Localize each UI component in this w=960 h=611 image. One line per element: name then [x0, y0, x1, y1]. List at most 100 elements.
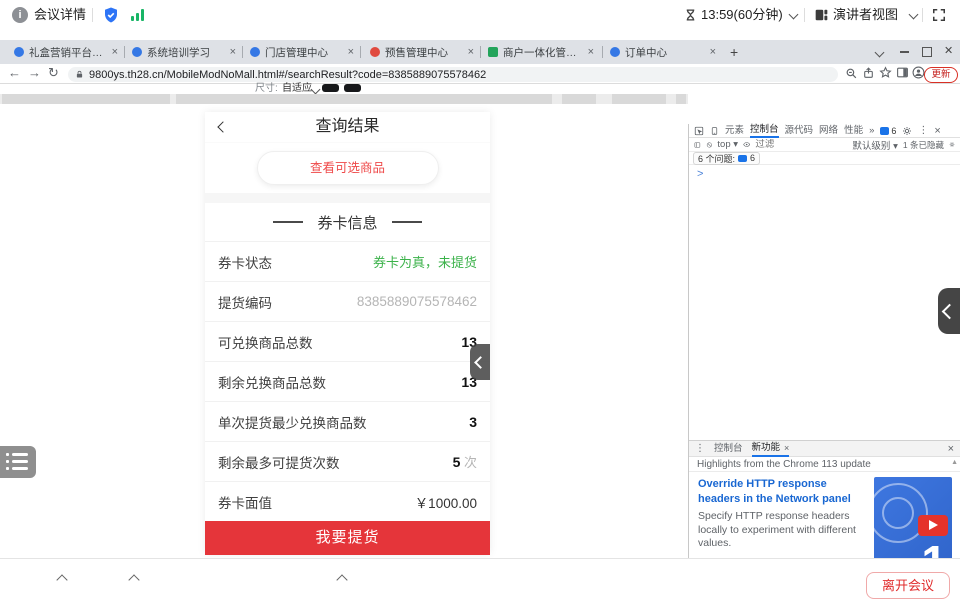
meeting-details-label[interactable]: 会议详情 — [34, 0, 86, 30]
network-signal-icon — [130, 8, 146, 22]
timer-hourglass-icon — [684, 8, 697, 22]
page-title: 查询结果 — [205, 112, 490, 142]
list-panel-toggle[interactable] — [0, 446, 36, 478]
row-label: 剩余最多可提货次数 — [218, 452, 340, 472]
row-value: ￥1000.00 — [415, 492, 477, 512]
whatsnew-link[interactable]: Override HTTP response headers in the Ne… — [698, 477, 866, 506]
browser-tab[interactable]: 商户一体化管理平台 × — [482, 40, 600, 64]
meeting-timer[interactable]: 13:59(60分钟) — [701, 0, 783, 30]
divider — [922, 8, 923, 22]
browser-tab[interactable]: 预售管理中心 × — [364, 40, 480, 64]
row-value-suffix: 次 — [460, 455, 477, 470]
tab-search-icon[interactable] — [875, 48, 885, 58]
tab-favicon — [14, 47, 24, 57]
scroll-up-icon[interactable]: ▲ — [951, 459, 958, 466]
devtools-tab-elements[interactable]: 元素 — [725, 124, 744, 137]
devtools-tab-network[interactable]: 网络 — [819, 124, 838, 137]
timer-caret-icon[interactable] — [789, 10, 799, 20]
tab-title: 订单中心 — [625, 45, 705, 60]
mobile-navbar: 查询结果 — [205, 112, 490, 143]
mobile-page: 查询结果 查看可选商品 券卡信息 券卡状态 券卡为真，未提货 提货编码 8385… — [205, 112, 490, 554]
devtools-settings-icon[interactable] — [902, 126, 912, 136]
chrome-update-button[interactable]: 更新 — [924, 67, 958, 83]
drawer-tabbar: ⋮ 控制台 新功能 × × — [689, 441, 960, 457]
reload-icon[interactable]: ↻ — [48, 66, 59, 80]
leave-meeting-button[interactable]: 离开会议 — [866, 572, 950, 599]
device-mode-icon[interactable] — [710, 126, 719, 136]
issues-count-badge[interactable]: 6 — [880, 126, 896, 136]
inspect-icon[interactable] — [694, 126, 704, 136]
browser-tab[interactable]: 订单中心 × — [604, 40, 722, 64]
bookmark-star-icon[interactable] — [879, 66, 892, 79]
console-settings-icon[interactable] — [949, 140, 955, 149]
log-level-selector[interactable]: 默认级别 ▾ — [852, 138, 897, 152]
device-size-select[interactable]: 自适应 — [282, 84, 312, 94]
tab-close-icon[interactable]: × — [710, 46, 716, 58]
drawer-tab-console[interactable]: 控制台 — [714, 442, 743, 456]
view-products-button[interactable]: 查看可选商品 — [257, 151, 439, 185]
spacer-strip — [205, 193, 490, 203]
browser-tab[interactable]: 礼盒营销平台管理中心 × — [8, 40, 124, 64]
youtube-play-icon[interactable] — [918, 515, 948, 536]
drawer-close-icon[interactable]: × — [948, 443, 954, 455]
device-size-label: 尺寸: — [255, 84, 278, 94]
devtools-tab-sources[interactable]: 源代码 — [785, 124, 814, 137]
whatsnew-close-icon[interactable]: × — [784, 441, 789, 455]
info-row: 提货编码 8385889075578462 — [205, 281, 490, 321]
new-tab-button[interactable]: + — [730, 44, 738, 60]
tab-close-icon[interactable]: × — [468, 46, 474, 58]
address-bar[interactable]: 9800ys.th28.cn/MobileModNoMall.html#/sea… — [68, 67, 838, 82]
console-prompt[interactable]: > — [697, 168, 703, 180]
tab-close-icon[interactable]: × — [112, 46, 118, 58]
browser-tab[interactable]: 门店管理中心 × — [244, 40, 360, 64]
side-panel-handle[interactable] — [938, 288, 960, 334]
live-expression-eye-icon[interactable] — [743, 140, 750, 149]
devtools-tab-console[interactable]: 控制台 — [750, 123, 779, 138]
pickup-cta-button[interactable]: 我要提货 — [205, 521, 490, 555]
console-sidebar-icon[interactable] — [694, 140, 701, 150]
forward-icon[interactable]: → — [28, 66, 41, 80]
security-shield-icon[interactable] — [102, 6, 120, 24]
meeting-topbar: i 会议详情 13:59(60分钟) 演讲者视图 — [0, 0, 960, 30]
section-title: 券卡信息 — [317, 212, 377, 233]
meeting-info-icon[interactable]: i — [12, 7, 28, 23]
devtools-tab-performance[interactable]: 性能 — [844, 124, 863, 137]
tab-favicon — [488, 47, 498, 57]
info-row: 剩余最多可提货次数 5 次 — [205, 441, 490, 481]
tab-title: 预售管理中心 — [385, 45, 463, 60]
window-close-button[interactable]: ✕ — [944, 44, 953, 57]
tab-favicon — [610, 47, 620, 57]
dash-right — [392, 221, 422, 223]
browser-tab[interactable]: 系统培训学习 × — [126, 40, 242, 64]
drawer-tab-whatsnew[interactable]: 新功能 × — [752, 441, 790, 457]
issues-pill[interactable]: 6 个问题: 6 — [693, 152, 760, 165]
clear-console-icon[interactable] — [706, 140, 713, 150]
lock-icon — [75, 69, 84, 80]
side-panel-icon[interactable] — [896, 66, 909, 79]
tab-close-icon[interactable]: × — [348, 46, 354, 58]
window-maximize-button[interactable] — [922, 47, 932, 57]
device-toolbar-button[interactable] — [344, 84, 361, 92]
devtools-close-icon[interactable]: × — [934, 125, 940, 137]
fullscreen-icon[interactable] — [932, 8, 946, 22]
view-caret-icon[interactable] — [909, 10, 919, 20]
hidden-messages-label: 1 条已隐藏 — [903, 139, 944, 151]
back-icon[interactable]: ← — [8, 66, 21, 80]
share-page-icon[interactable] — [862, 66, 875, 80]
section-header: 券卡信息 — [205, 203, 490, 241]
row-label: 券卡状态 — [218, 252, 272, 272]
tab-close-icon[interactable]: × — [230, 46, 236, 58]
device-toolbar-button[interactable] — [322, 84, 339, 92]
context-selector[interactable]: top ▾ — [717, 139, 738, 150]
tab-close-icon[interactable]: × — [588, 46, 594, 58]
zoom-level-icon[interactable] — [845, 67, 858, 80]
more-tabs-icon[interactable]: » — [869, 125, 874, 136]
devtools-menu-icon[interactable]: ⋮ — [918, 125, 928, 136]
profile-avatar-icon[interactable] — [912, 66, 925, 79]
view-mode-label[interactable]: 演讲者视图 — [833, 0, 898, 30]
window-minimize-button[interactable] — [900, 51, 909, 53]
view-products-area: 查看可选商品 — [205, 143, 490, 193]
collapse-handle[interactable] — [470, 344, 490, 380]
drawer-menu-icon[interactable]: ⋮ — [695, 443, 705, 454]
console-filter-input[interactable] — [755, 139, 847, 150]
